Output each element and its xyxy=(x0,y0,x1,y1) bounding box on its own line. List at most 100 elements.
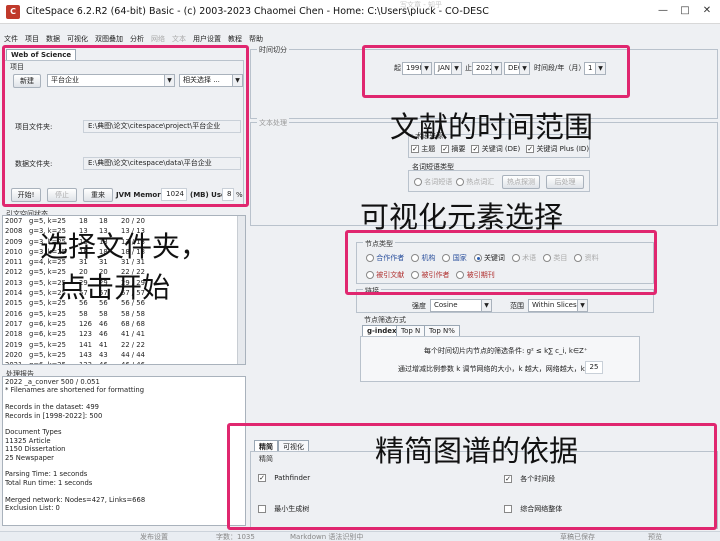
status-row: 2020 g=5, k=25 143 43 44 / 44 xyxy=(3,350,245,360)
checkbox-icon: ✓ xyxy=(526,145,535,153)
close-icon[interactable]: ✕ xyxy=(700,4,714,18)
bottom-status-strip: 发布设置 字数：1035 Markdown 语法识别中 草稿已保存 预览 xyxy=(0,531,720,541)
taskbar-item[interactable]: Markdown 语法识别中 xyxy=(290,532,363,541)
taskbar-item[interactable]: 预览 xyxy=(648,532,662,541)
tab-top-n-percent[interactable]: Top N% xyxy=(424,325,460,336)
status-cell: g=6, k=25 xyxy=(29,360,66,364)
status-row: 2017 g=6, k=25 126 46 68 / 68 xyxy=(3,319,245,329)
link-strength-value: Cosine xyxy=(434,301,458,309)
status-cell: 123 xyxy=(79,330,92,339)
process-log-area[interactable]: 2022 _a_conver 500 / 0.051 * Filenames ar… xyxy=(2,376,246,526)
link-scope-value: Within Slices xyxy=(532,301,577,309)
selection-content xyxy=(360,336,640,382)
annotation-click-start: 点击开始 xyxy=(58,271,171,304)
log-line: Records in the dataset: 499 xyxy=(5,403,99,412)
status-cell: 58 xyxy=(79,309,88,318)
log-line: Document Types xyxy=(5,428,62,437)
link-scope-select[interactable]: Within Slices ▼ xyxy=(528,299,588,312)
annotation-visual-elements: 可视化元素选择 xyxy=(360,200,564,234)
log-line: 1150 Dissertation xyxy=(5,445,66,454)
status-cell: 41 / 41 xyxy=(121,330,145,339)
term-source-label: 主题 xyxy=(421,145,436,153)
selection-label: 节点筛选方式 xyxy=(362,315,408,325)
detect-bursts-button[interactable]: 热点探测 xyxy=(502,175,540,189)
status-cell: 123 xyxy=(79,360,92,364)
radio-icon xyxy=(456,178,464,186)
title-bar: C CiteSpace 6.2.R2 (64-bit) Basic - (c) … xyxy=(0,0,720,24)
status-row: 2016 g=5, k=25 58 58 58 / 58 xyxy=(3,309,245,319)
status-cell: 126 xyxy=(79,319,92,328)
log-line: 11325 Article xyxy=(5,436,51,445)
status-cell: 2015 xyxy=(5,299,23,308)
status-cell: 43 xyxy=(99,350,108,359)
k-parameter-text: 通过增减比例参数 k 调节网络的大小，k 越大，网络越大，k = xyxy=(398,365,593,373)
status-cell: g=6, k=25 xyxy=(29,330,66,339)
status-cell: 141 xyxy=(79,340,92,349)
taskbar-item[interactable]: 字数：1035 xyxy=(216,532,255,541)
status-row: 2021 g=6, k=25 123 46 46 / 46 xyxy=(3,360,245,364)
term-type-burst[interactable]: 热点词汇 xyxy=(456,177,494,187)
annotation-time-range: 文献的时间范围 xyxy=(390,110,594,144)
status-cell: 46 xyxy=(99,319,108,328)
maximize-icon[interactable]: □ xyxy=(678,4,692,18)
g-index-formula: 每个时间切片内节点的筛选条件: g² ≤ k∑ c_i, k∈Z⁺ xyxy=(424,347,588,355)
link-strength-select[interactable]: Cosine ▼ xyxy=(430,299,492,312)
status-cell: 2010 xyxy=(5,247,23,256)
log-line: Total Run time: 1 seconds xyxy=(5,478,93,487)
log-line: * Filenames are shortened for formatting xyxy=(5,386,145,395)
status-cell: g=5, k=25 xyxy=(29,350,66,359)
link-scope-label: 范围 xyxy=(510,302,524,310)
refine-button[interactable]: 后处理 xyxy=(546,175,584,189)
background-tab-text: 写文章 - 知乎 xyxy=(400,1,442,9)
term-type-label-1: 热点词汇 xyxy=(466,178,495,186)
status-cell: 58 xyxy=(99,309,108,318)
status-cell: 2016 xyxy=(5,309,23,318)
minimize-icon[interactable]: — xyxy=(656,4,670,18)
annotation-select-folder: 选择文件夹， xyxy=(40,230,209,263)
status-cell: 58 / 58 xyxy=(121,309,145,318)
status-cell: 2012 xyxy=(5,268,23,277)
annotation-box-time xyxy=(362,45,630,98)
citespace-app-icon: C xyxy=(6,5,20,19)
status-cell: 46 / 46 xyxy=(121,360,145,364)
chevron-down-icon: ▼ xyxy=(481,300,491,311)
checkbox-icon: ✓ xyxy=(471,145,480,153)
time-slicing-label: 时间切分 xyxy=(257,45,289,55)
status-cell: 143 xyxy=(79,350,92,359)
log-line: Records in [1998-2022]: 500 xyxy=(5,411,103,420)
status-cell: g=6, k=25 xyxy=(29,319,66,328)
term-source-label: 关键词 Plus (ID) xyxy=(536,145,590,153)
status-cell: 22 / 22 xyxy=(121,340,145,349)
log-line: Exclusion List: 0 xyxy=(5,504,60,513)
log-line: 25 Newspaper xyxy=(5,453,54,462)
status-cell: 2021 xyxy=(5,360,22,364)
term-source-label: 关键词 (DE) xyxy=(481,145,521,153)
status-cell: 2017 xyxy=(5,319,23,328)
status-cell: 2018 xyxy=(5,330,23,339)
status-cell: 2019 xyxy=(5,340,23,349)
log-line: 2022 _a_conver 500 / 0.051 xyxy=(5,378,100,386)
status-cell: 41 xyxy=(99,340,108,349)
scrollbar[interactable] xyxy=(237,216,245,364)
tab-top-n[interactable]: Top N xyxy=(396,325,426,336)
status-cell: 2013 xyxy=(5,278,23,287)
status-cell: 46 xyxy=(99,360,108,364)
checkbox-icon: ✓ xyxy=(411,145,419,153)
status-cell: 2007 xyxy=(5,217,23,225)
text-processing-label: 文本处理 xyxy=(257,118,289,128)
log-line: Parsing Time: 1 seconds xyxy=(5,470,88,479)
k-value-input[interactable]: 25 xyxy=(585,361,603,374)
chevron-down-icon: ▼ xyxy=(577,300,587,311)
term-type-noun-phrase[interactable]: 名词短语 xyxy=(414,177,452,187)
status-cell: 2009 xyxy=(5,237,23,246)
status-cell: 46 xyxy=(99,330,108,339)
annotation-pruning-basis: 精简图谱的依据 xyxy=(375,434,579,468)
checkbox-icon: ✓ xyxy=(441,145,450,153)
term-source-label: 摘要 xyxy=(451,145,466,153)
taskbar-item[interactable]: 草稿已保存 xyxy=(560,532,595,541)
taskbar-item[interactable]: 发布设置 xyxy=(140,532,168,541)
